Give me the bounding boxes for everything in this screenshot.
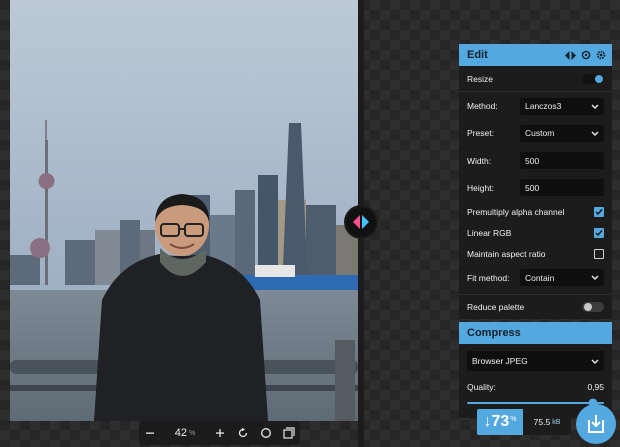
- maintain-aspect-checkbox[interactable]: [594, 248, 604, 259]
- compress-panel-header: Compress: [459, 322, 612, 344]
- image-preview[interactable]: [10, 0, 358, 421]
- premultiply-checkbox[interactable]: [594, 206, 604, 217]
- fit-method-value: Contain: [525, 272, 555, 283]
- preset-label: Preset:: [467, 128, 494, 138]
- reduction-percent: 73: [491, 413, 510, 430]
- zoom-level-unit: %: [189, 429, 196, 437]
- preset-row: Preset: Custom: [459, 119, 612, 147]
- resize-row: Resize: [459, 66, 612, 91]
- resize-toggle[interactable]: [582, 73, 604, 84]
- width-input[interactable]: 500: [520, 152, 604, 169]
- encoder-value: Browser JPEG: [472, 356, 528, 366]
- height-input[interactable]: 500: [520, 179, 604, 196]
- edit-panel-title: Edit: [467, 49, 488, 61]
- compression-result: ↓ 73% 75.5 kB: [477, 409, 571, 435]
- fit-method-select[interactable]: Contain: [520, 269, 604, 286]
- zoom-level-input[interactable]: 42%: [161, 421, 209, 445]
- zoom-level-value: 42: [174, 427, 187, 439]
- output-size: 75.5 kB: [523, 409, 571, 435]
- width-row: Width: 500: [459, 147, 612, 174]
- height-label: Height:: [467, 182, 494, 193]
- minus-icon: [146, 432, 154, 434]
- reduce-palette-label: Reduce palette: [467, 302, 525, 312]
- swap-sides-button[interactable]: [565, 50, 576, 60]
- premultiply-row: Premultiply alpha channel: [459, 201, 612, 222]
- premultiply-label: Premultiply alpha channel: [467, 206, 565, 217]
- fit-method-row: Fit method: Contain: [459, 264, 612, 291]
- reduce-palette-toggle[interactable]: [582, 302, 604, 312]
- toggle-knob: [595, 74, 603, 83]
- download-icon: [588, 415, 604, 433]
- split-arrows-icon: [353, 215, 369, 229]
- plus-icon: [216, 429, 224, 437]
- fit-method-label: Fit method:: [467, 272, 510, 283]
- height-row: Height: 500: [459, 174, 612, 201]
- view-tools-toolbar: [232, 421, 300, 445]
- method-select[interactable]: Lanczos3: [520, 97, 604, 115]
- maintain-aspect-label: Maintain aspect ratio: [467, 248, 546, 259]
- quality-slider[interactable]: [467, 398, 604, 408]
- resize-label: Resize: [467, 73, 493, 84]
- linear-rgb-row: Linear RGB: [459, 222, 612, 243]
- toggle-knob: [584, 303, 592, 311]
- import-settings-button[interactable]: [581, 50, 591, 60]
- reduce-palette-row: Reduce palette: [459, 295, 612, 319]
- side-by-side-button[interactable]: [278, 421, 300, 445]
- chevron-down-icon: [591, 275, 599, 280]
- quality-row: Quality: 0,95: [459, 376, 612, 398]
- preset-select[interactable]: Custom: [520, 124, 604, 142]
- size-reduction: ↓ 73%: [477, 409, 523, 435]
- method-value: Lanczos3: [525, 101, 562, 111]
- linear-rgb-checkbox[interactable]: [594, 227, 604, 238]
- quality-label: Quality:: [467, 382, 496, 392]
- linear-rgb-label: Linear RGB: [467, 227, 512, 238]
- width-label: Width:: [467, 155, 492, 166]
- photo-skyline-portrait: [10, 0, 358, 421]
- method-row: Method: Lanczos3: [459, 93, 612, 119]
- divider-drag-handle[interactable]: [344, 205, 378, 239]
- output-size-unit: kB: [552, 418, 561, 426]
- compress-panel: Compress Browser JPEG Quality: 0,95: [459, 322, 612, 418]
- encoder-row: Browser JPEG: [459, 350, 612, 372]
- output-size-value: 75.5: [533, 417, 551, 427]
- layers-icon: [283, 427, 295, 439]
- reduction-unit: %: [510, 415, 517, 423]
- chevron-down-icon: [591, 359, 599, 364]
- checkmark-icon: [595, 229, 603, 236]
- chevron-down-icon: [591, 104, 599, 109]
- edit-panel-header: Edit: [459, 44, 612, 66]
- quality-slider-rail: [467, 402, 604, 404]
- settings-import-icon: [581, 50, 591, 60]
- compress-panel-title: Compress: [467, 327, 521, 339]
- edit-panel-body: Resize Method: Lanczos3 Preset: Custom W…: [459, 66, 612, 319]
- encoder-select[interactable]: Browser JPEG: [467, 351, 604, 371]
- checkmark-icon: [595, 208, 603, 215]
- quality-value: 0,95: [587, 382, 604, 392]
- circle-icon: [261, 428, 271, 438]
- edit-panel: Edit Resize Method: Lanczos3 Preset: Cus…: [459, 44, 612, 319]
- maintain-aspect-row: Maintain aspect ratio: [459, 243, 612, 264]
- rotate-button[interactable]: [232, 421, 254, 445]
- preset-value: Custom: [525, 128, 555, 138]
- swap-arrows-icon: [565, 50, 576, 60]
- download-button[interactable]: [576, 404, 616, 444]
- divider-line: [459, 91, 612, 92]
- zoom-out-button[interactable]: [139, 421, 161, 445]
- export-settings-button[interactable]: [596, 50, 606, 60]
- rotate-icon: [239, 427, 248, 438]
- chevron-down-icon: [591, 131, 599, 136]
- zoom-in-button[interactable]: [209, 421, 231, 445]
- gear-icon: [596, 50, 606, 60]
- background-toggle-button[interactable]: [255, 421, 277, 445]
- method-label: Method:: [467, 101, 498, 111]
- reduction-arrow: ↓: [483, 413, 492, 430]
